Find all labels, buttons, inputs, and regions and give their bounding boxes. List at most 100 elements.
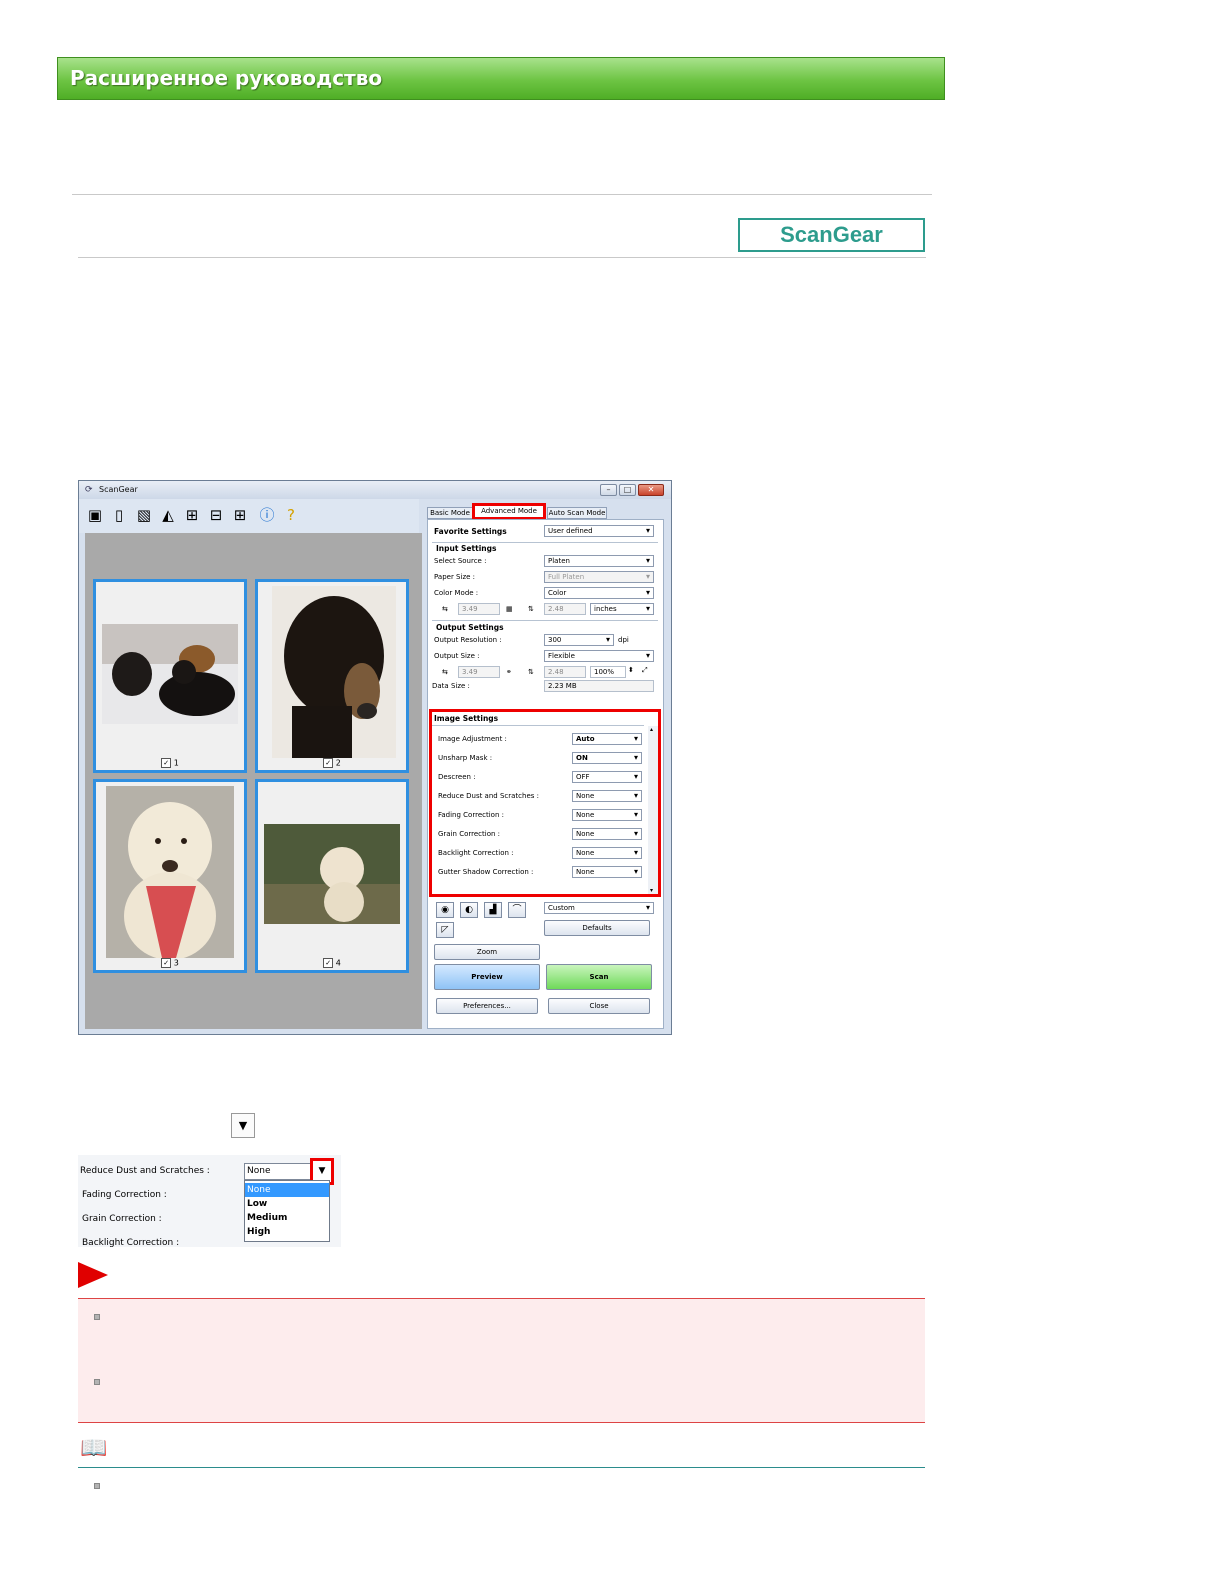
output-height-field: 2.48 xyxy=(544,666,586,678)
checkbox[interactable]: ✓ xyxy=(161,958,172,968)
mode-tabs: Basic Mode Advanced Mode Auto Scan Mode xyxy=(427,503,667,520)
multi-crop-icon[interactable]: ⊞ xyxy=(230,505,250,525)
color-mode-dropdown[interactable]: Color xyxy=(544,587,654,599)
output-settings-header: Output Settings xyxy=(436,623,504,632)
gutter-shadow-dropdown[interactable]: None xyxy=(572,866,642,878)
thumbnail-checkbox[interactable]: ✓ 4 xyxy=(302,958,362,968)
option-high[interactable]: High xyxy=(245,1225,329,1239)
reduce-dust-dropdown[interactable]: None xyxy=(572,790,642,802)
descreen-dropdown[interactable]: OFF xyxy=(572,771,642,783)
scale-field[interactable]: 100% xyxy=(590,666,626,678)
brightness-contrast-icon[interactable]: ◐ xyxy=(460,902,478,918)
scroll-down-icon[interactable]: ▾ xyxy=(650,887,653,894)
dropdown-example-screenshot: Reduce Dust and Scratches : Fading Corre… xyxy=(78,1155,341,1247)
thumbnail-view-icon[interactable]: ⊞ xyxy=(182,505,202,525)
tone-curve-icon[interactable]: ⌒ xyxy=(508,902,526,918)
thumbnail-checkbox[interactable]: ✓ 1 xyxy=(140,758,200,768)
auto-crop-icon[interactable]: ▧ xyxy=(134,505,154,525)
defaults-button[interactable]: Defaults xyxy=(544,920,650,936)
input-settings-header: Input Settings xyxy=(436,544,497,553)
divider xyxy=(72,194,932,195)
thumbnail-2[interactable]: ✓ 2 xyxy=(255,579,409,773)
unsharp-mask-dropdown[interactable]: ON xyxy=(572,752,642,764)
option-low[interactable]: Low xyxy=(245,1197,329,1211)
tab-auto-scan-mode[interactable]: Auto Scan Mode xyxy=(547,507,607,519)
height-icon: ⇅ xyxy=(528,605,534,613)
scrollbar[interactable]: ▴ ▾ xyxy=(648,726,658,894)
output-resolution-label: Output Resolution : xyxy=(434,636,502,644)
fading-correction-dropdown[interactable]: None xyxy=(572,809,642,821)
select-source-dropdown[interactable]: Platen xyxy=(544,555,654,567)
divider xyxy=(432,620,658,621)
maximize-button[interactable]: □ xyxy=(619,484,636,496)
image-settings-group: Image Settings ▴ ▾ Image Adjustment : Au… xyxy=(429,709,661,897)
paper-size-dropdown: Full Platen xyxy=(544,571,654,583)
fading-correction-label: Fading Correction : xyxy=(438,811,504,819)
tab-advanced-mode[interactable]: Advanced Mode xyxy=(472,503,546,520)
backlight-correction-label: Backlight Correction : xyxy=(438,849,514,857)
output-resolution-dropdown[interactable]: 300 xyxy=(544,634,614,646)
bullet-icon xyxy=(94,1483,100,1489)
reduce-dust-label: Reduce Dust and Scratches : xyxy=(438,792,539,800)
info-icon[interactable]: ⓘ xyxy=(257,505,277,525)
height-icon: ⇅ xyxy=(528,668,534,676)
close-window-button[interactable]: ✕ xyxy=(638,484,664,496)
image-adjustment-dropdown[interactable]: Auto xyxy=(572,733,642,745)
favorite-settings-dropdown[interactable]: User defined xyxy=(544,525,654,537)
thumbnail-3[interactable]: ✓ 3 xyxy=(93,779,247,973)
important-box xyxy=(78,1298,925,1423)
labrador-grass-photo xyxy=(264,824,400,924)
output-size-dropdown[interactable]: Flexible xyxy=(544,650,654,662)
thumbnail-number: 3 xyxy=(173,958,179,968)
thumbnail-1[interactable]: ✓ 1 xyxy=(93,579,247,773)
preview-button[interactable]: Preview xyxy=(434,964,540,990)
close-button[interactable]: Close xyxy=(548,998,650,1014)
grain-correction-dropdown[interactable]: None xyxy=(572,828,642,840)
tab-basic-mode[interactable]: Basic Mode xyxy=(427,507,473,519)
tone-preset-dropdown[interactable]: Custom xyxy=(544,902,654,914)
dropdown-options-list: None Low Medium High xyxy=(244,1180,330,1242)
scangear-badge: ScanGear xyxy=(738,218,925,252)
expand-icon[interactable]: ⤢ xyxy=(642,666,648,675)
labrador-photo xyxy=(106,786,234,958)
option-medium[interactable]: Medium xyxy=(245,1211,329,1225)
thumbnail-4[interactable]: ✓ 4 xyxy=(255,779,409,973)
thumbnail-number: 1 xyxy=(173,758,179,768)
minimize-button[interactable]: – xyxy=(600,484,617,496)
bullet-icon xyxy=(94,1314,100,1320)
thumbnail-number: 4 xyxy=(335,958,341,968)
data-size-label: Data Size : xyxy=(432,682,470,690)
scroll-up-icon[interactable]: ▴ xyxy=(650,726,653,733)
checkbox[interactable]: ✓ xyxy=(323,758,334,768)
color-mode-label: Color Mode : xyxy=(434,589,479,597)
histogram-icon[interactable]: ▟ xyxy=(484,902,502,918)
checkbox[interactable]: ✓ xyxy=(161,758,172,768)
crop-icon[interactable]: ▣ xyxy=(85,505,105,525)
backlight-correction-dropdown[interactable]: None xyxy=(572,847,642,859)
unit-dropdown[interactable]: inches xyxy=(590,603,654,615)
thumbnail-checkbox[interactable]: ✓ 2 xyxy=(302,758,362,768)
link-icon: ⚭ xyxy=(506,668,512,676)
scan-button[interactable]: Scan xyxy=(546,964,652,990)
preview-area: ✓ 1 ✓ 2 ✓ 3 ✓ 4 xyxy=(85,533,422,1029)
rotate-icon[interactable]: ◭ xyxy=(158,505,178,525)
window-title: ScanGear xyxy=(99,485,138,494)
reduce-dust-label: Reduce Dust and Scratches : xyxy=(80,1166,210,1176)
scangear-window: ⟳ ScanGear – □ ✕ ▣ ▯ ▧ ◭ ⊞ ⊟ ⊞ ⓘ ? ✓ 1 ✓… xyxy=(78,480,672,1035)
thumbnail-checkbox[interactable]: ✓ 3 xyxy=(140,958,200,968)
divider xyxy=(78,257,926,258)
threshold-icon[interactable]: ◸ xyxy=(436,922,454,938)
output-width-field: 3.49 xyxy=(458,666,500,678)
help-icon[interactable]: ? xyxy=(281,505,301,525)
divider xyxy=(78,1467,925,1468)
checkbox[interactable]: ✓ xyxy=(323,958,334,968)
option-none[interactable]: None xyxy=(245,1183,329,1197)
clear-icon[interactable]: ▯ xyxy=(109,505,129,525)
scangear-app-icon: ⟳ xyxy=(85,485,93,495)
whole-image-view-icon[interactable]: ⊟ xyxy=(206,505,226,525)
stepper-icon[interactable]: ⬍ xyxy=(628,666,634,674)
saturation-color-balance-icon[interactable]: ◉ xyxy=(436,902,454,918)
zoom-button[interactable]: Zoom xyxy=(434,944,540,960)
important-flag-icon xyxy=(78,1262,108,1288)
preferences-button[interactable]: Preferences... xyxy=(436,998,538,1014)
